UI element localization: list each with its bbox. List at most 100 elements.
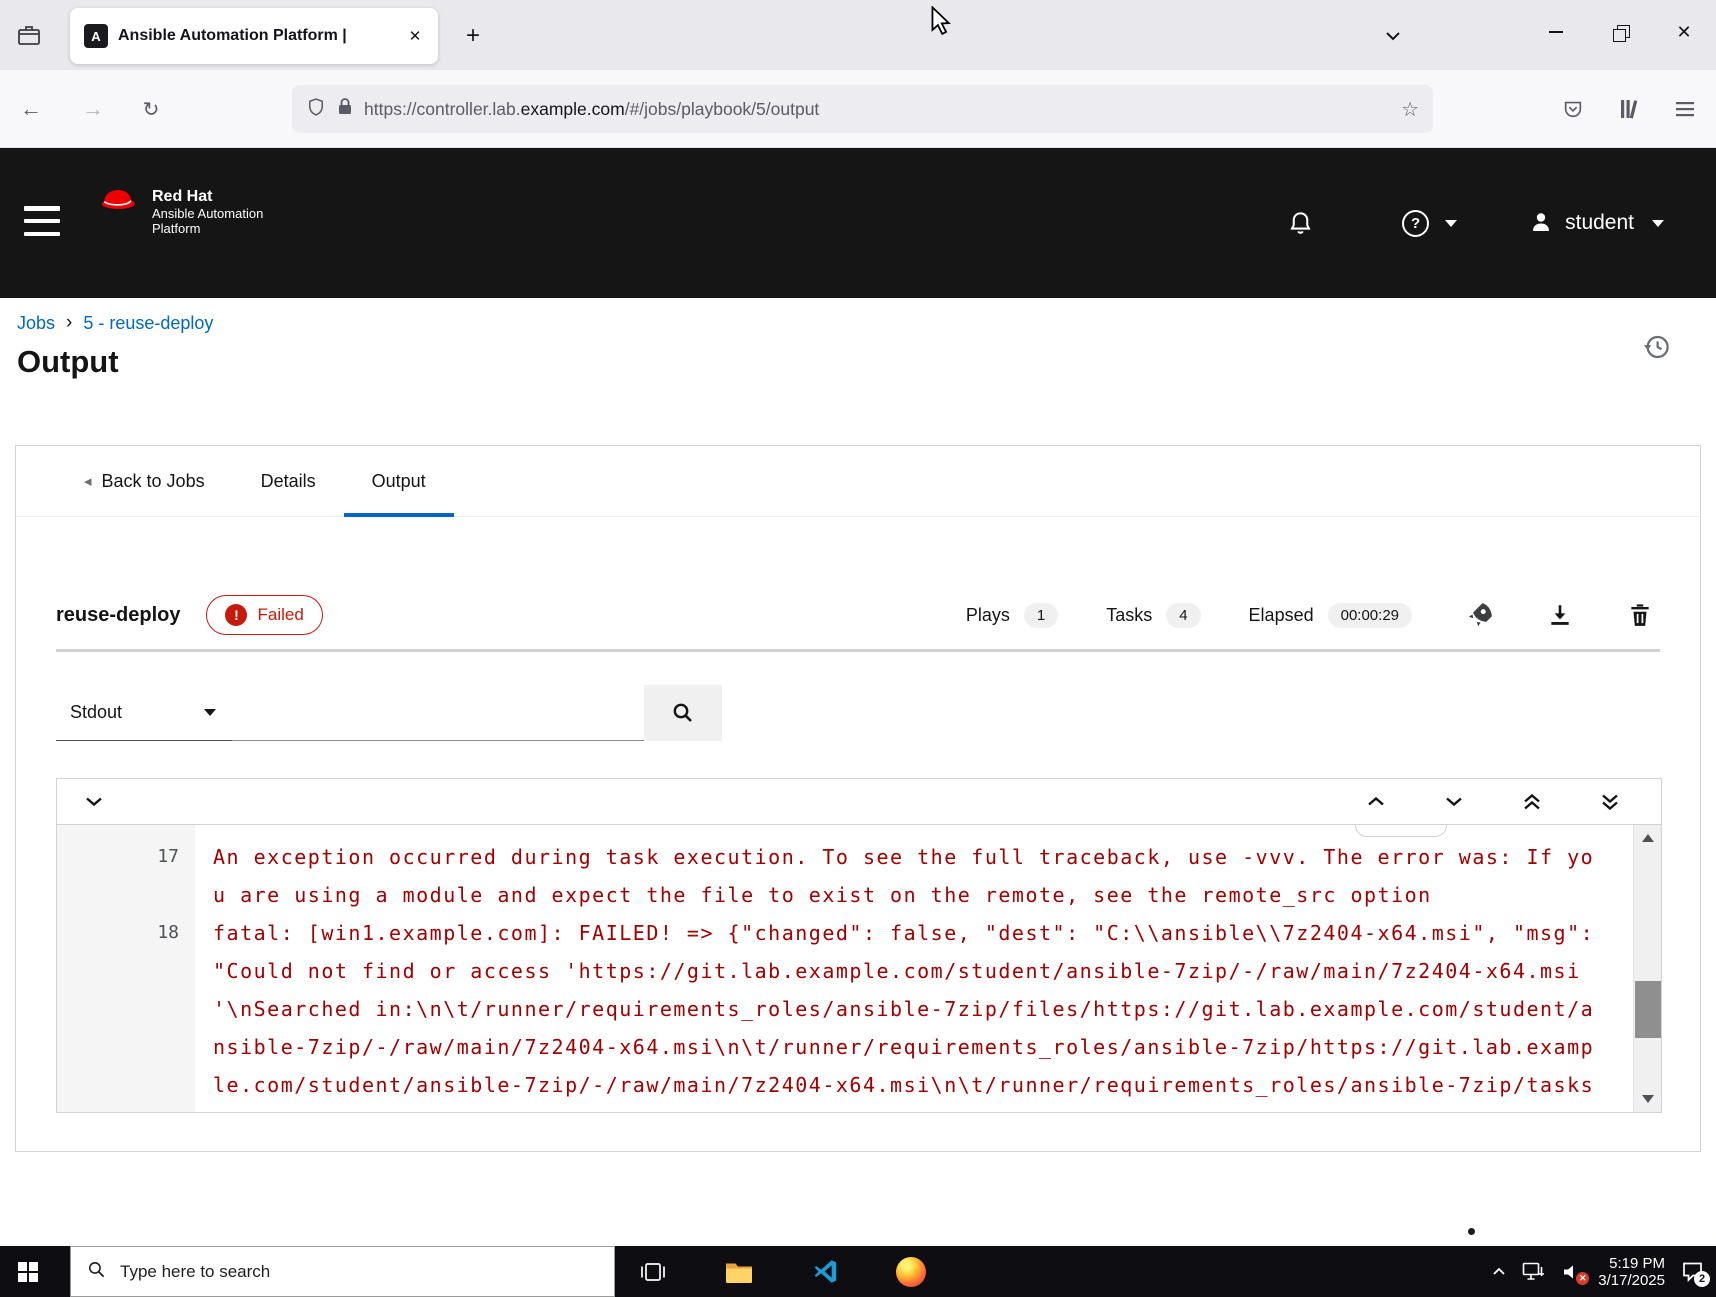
help-icon: ?: [1402, 210, 1429, 237]
scrollbar-down-icon[interactable]: [1634, 1086, 1661, 1112]
tab-output[interactable]: Output: [344, 446, 454, 516]
window-minimize-button[interactable]: [1524, 0, 1588, 64]
tab-back-to-jobs[interactable]: ◂ Back to Jobs: [56, 446, 233, 516]
bookmark-star-icon[interactable]: ☆: [1401, 97, 1419, 122]
tray-time: 5:19 PM: [1598, 1255, 1665, 1272]
mouse-cursor: [930, 6, 954, 41]
history-icon[interactable]: [1636, 326, 1678, 368]
forward-button[interactable]: →: [72, 88, 114, 130]
scroll-next-icon[interactable]: [1445, 796, 1463, 807]
action-center-icon[interactable]: 2: [1681, 1261, 1704, 1282]
output-search-input[interactable]: [232, 685, 644, 741]
trash-icon[interactable]: [1620, 595, 1660, 635]
start-button[interactable]: [0, 1246, 56, 1297]
menu-icon[interactable]: [1664, 88, 1706, 130]
tabs-dropdown-icon[interactable]: [1372, 15, 1414, 57]
pocket-icon[interactable]: [1552, 88, 1594, 130]
chevron-down-icon: [204, 709, 216, 716]
elapsed-stat: Elapsed 00:00:29: [1249, 603, 1412, 628]
vscode-icon[interactable]: [782, 1246, 868, 1297]
job-tabs: ◂ Back to Jobs Details Output: [16, 446, 1700, 517]
tray-clock[interactable]: 5:19 PM 3/17/2025: [1598, 1255, 1665, 1289]
task-view-icon[interactable]: [610, 1246, 696, 1297]
brand-line3: Platform: [152, 221, 263, 236]
new-tab-button[interactable]: +: [452, 15, 494, 57]
user-menu[interactable]: student: [1529, 210, 1664, 237]
tab-close-icon[interactable]: ✕: [402, 23, 428, 49]
taskbar-search[interactable]: [70, 1246, 615, 1297]
window-controls: ✕: [1524, 0, 1716, 64]
nav-toggle-hamburger-icon[interactable]: [22, 204, 64, 238]
brand-line2: Ansible Automation: [152, 206, 263, 221]
search-icon: [87, 1260, 106, 1284]
breadcrumb-jobs-link[interactable]: Jobs: [17, 313, 55, 334]
angle-left-icon: ◂: [84, 472, 92, 490]
tray-chevron-up-icon[interactable]: [1492, 1267, 1506, 1276]
url-text: https://controller.lab.example.com/#/job…: [364, 99, 1390, 120]
collapse-all-chevron-icon[interactable]: [85, 796, 103, 807]
scrollbar-thumb[interactable]: [1635, 981, 1661, 1038]
status-label: Failed: [257, 605, 303, 625]
app-masthead: Red Hat Ansible Automation Platform ? st…: [0, 148, 1716, 298]
scroll-previous-icon[interactable]: [1367, 796, 1385, 807]
log-scrollbar[interactable]: [1633, 825, 1661, 1112]
plays-count-badge: 1: [1024, 603, 1058, 628]
scrollbar-up-icon[interactable]: [1634, 825, 1661, 851]
breadcrumb-separator: ›: [66, 312, 72, 334]
file-explorer-icon[interactable]: [696, 1246, 782, 1297]
user-icon: [1529, 210, 1553, 237]
tab-title: Ansible Automation Platform |: [118, 27, 392, 45]
stray-dot: [1468, 1228, 1475, 1235]
status-badge: ! Failed: [206, 595, 322, 635]
log-filler: [57, 1104, 1633, 1112]
tasks-count-badge: 4: [1166, 603, 1200, 628]
volume-muted-badge-icon: ✕: [1576, 1272, 1589, 1285]
scroll-bottom-icon[interactable]: [1601, 793, 1619, 811]
page-header: Jobs › 5 - reuse-deploy Output: [0, 298, 1716, 445]
address-bar[interactable]: https://controller.lab.example.com/#/job…: [292, 85, 1433, 133]
chevron-down-icon: [1652, 220, 1664, 227]
taskbar-apps: [610, 1246, 954, 1297]
taskbar-search-input[interactable]: [120, 1262, 540, 1282]
system-tray: ✕ 5:19 PM 3/17/2025 2: [1476, 1246, 1716, 1297]
search-button[interactable]: [644, 685, 722, 741]
lock-icon[interactable]: [337, 97, 353, 122]
log-line: '\nSearched in:\n\t/runner/requirements_…: [57, 990, 1633, 1028]
log-line: le.com/student/ansible-7zip/-/raw/main/7…: [57, 1066, 1633, 1104]
notifications-bell-icon[interactable]: [1287, 210, 1314, 237]
exclamation-circle-icon: !: [225, 604, 247, 626]
relaunch-rocket-icon[interactable]: [1460, 595, 1500, 635]
breadcrumb: Jobs › 5 - reuse-deploy: [17, 312, 1716, 334]
firefox-icon[interactable]: [868, 1246, 954, 1297]
browser-tab[interactable]: A Ansible Automation Platform | ✕: [70, 8, 438, 64]
download-icon[interactable]: [1540, 595, 1580, 635]
tab-details[interactable]: Details: [233, 446, 344, 516]
help-menu[interactable]: ?: [1402, 210, 1457, 237]
browser-tab-strip: A Ansible Automation Platform | ✕ + ✕: [0, 0, 1716, 70]
tracking-shield-icon[interactable]: [306, 96, 326, 123]
reload-button[interactable]: ↻: [130, 88, 172, 130]
scroll-top-icon[interactable]: [1523, 793, 1541, 811]
breadcrumb-current-link[interactable]: 5 - reuse-deploy: [83, 313, 213, 334]
clipped-timestamp-badge: [1355, 825, 1447, 837]
window-close-button[interactable]: ✕: [1652, 0, 1716, 64]
firefox-view-icon[interactable]: [8, 14, 50, 56]
volume-icon[interactable]: ✕: [1562, 1263, 1582, 1281]
username: student: [1565, 211, 1634, 235]
library-icon[interactable]: [1608, 88, 1650, 130]
network-icon[interactable]: [1522, 1262, 1546, 1281]
window-restore-button[interactable]: [1588, 0, 1652, 64]
brand-line1: Red Hat: [152, 188, 263, 206]
elapsed-badge: 00:00:29: [1328, 603, 1412, 628]
output-log-box: 17An exception occurred during task exec…: [56, 778, 1662, 1113]
windows-logo-icon: [18, 1262, 38, 1282]
brand: Red Hat Ansible Automation Platform: [96, 184, 263, 236]
output-log-area: 17An exception occurred during task exec…: [57, 825, 1661, 1112]
job-header-row: reuse-deploy ! Failed Plays 1 Tasks 4 El…: [56, 587, 1660, 643]
back-button[interactable]: ←: [10, 88, 52, 130]
windows-taskbar: ✕ 5:19 PM 3/17/2025 2: [0, 1246, 1716, 1297]
section-divider: [56, 649, 1660, 652]
minimize-icon: [1549, 31, 1563, 33]
log-line: nsible-7zip/-/raw/main/7z2404-x64.msi\n\…: [57, 1028, 1633, 1066]
stdout-filter-select[interactable]: Stdout: [56, 685, 232, 741]
